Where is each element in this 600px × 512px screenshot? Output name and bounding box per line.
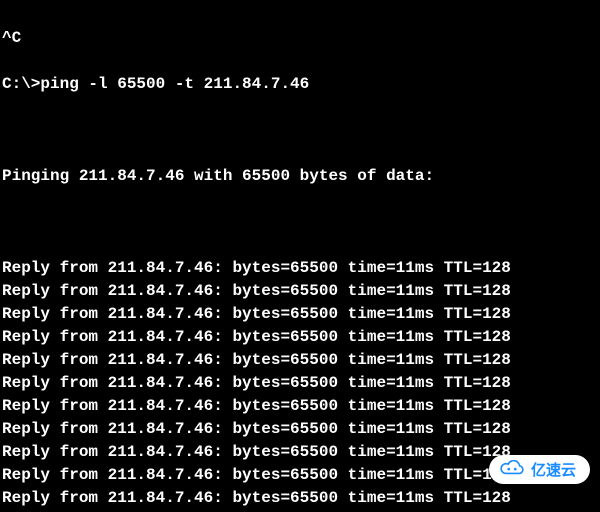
blank-line <box>2 211 598 234</box>
interrupt-line: ^C <box>2 27 598 50</box>
reply-line: Reply from 211.84.7.46: bytes=65500 time… <box>2 326 598 349</box>
pinging-header: Pinging 211.84.7.46 with 65500 bytes of … <box>2 165 598 188</box>
reply-line: Reply from 211.84.7.46: bytes=65500 time… <box>2 303 598 326</box>
blank-line <box>2 119 598 142</box>
reply-line: Reply from 211.84.7.46: bytes=65500 time… <box>2 418 598 441</box>
watermark-text: 亿速云 <box>531 459 576 480</box>
cloud-icon <box>499 460 525 480</box>
reply-line: Reply from 211.84.7.46: bytes=65500 time… <box>2 395 598 418</box>
prompt: C:\> <box>2 75 40 93</box>
terminal-output: ^C C:\>ping -l 65500 -t 211.84.7.46 Ping… <box>0 0 600 512</box>
reply-line: Reply from 211.84.7.46: bytes=65500 time… <box>2 349 598 372</box>
reply-line: Reply from 211.84.7.46: bytes=65500 time… <box>2 487 598 510</box>
reply-line: Reply from 211.84.7.46: bytes=65500 time… <box>2 280 598 303</box>
command-line: C:\>ping -l 65500 -t 211.84.7.46 <box>2 73 598 96</box>
reply-line: Reply from 211.84.7.46: bytes=65500 time… <box>2 372 598 395</box>
watermark-badge: 亿速云 <box>489 455 590 484</box>
reply-line: Reply from 211.84.7.46: bytes=65500 time… <box>2 257 598 280</box>
ping-command: ping -l 65500 -t 211.84.7.46 <box>40 75 309 93</box>
